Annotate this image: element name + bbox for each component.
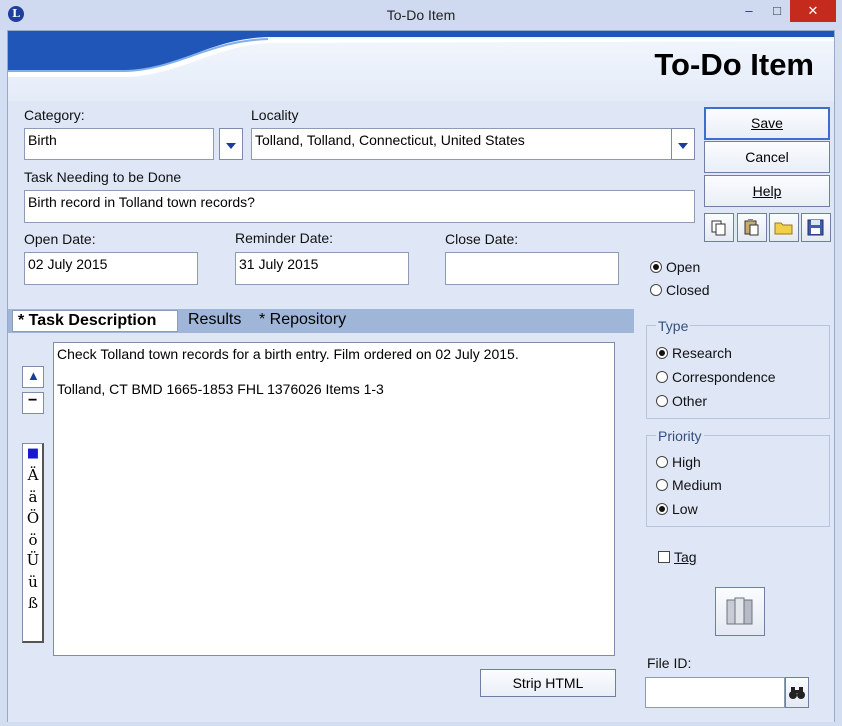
reminder-date-field[interactable]: 31 July 2015 bbox=[235, 252, 409, 285]
cancel-button[interactable]: Cancel bbox=[704, 141, 830, 173]
medium-radio[interactable] bbox=[656, 479, 668, 491]
scroll-up-button[interactable]: ▲ bbox=[22, 366, 44, 388]
up-arrow-icon: ▲ bbox=[27, 368, 40, 383]
paste-button[interactable] bbox=[737, 213, 767, 242]
strip-html-button[interactable]: Strip HTML bbox=[480, 669, 616, 697]
file-id-label: File ID: bbox=[647, 655, 692, 671]
minimize-button[interactable]: – bbox=[734, 0, 764, 22]
correspondence-radio-label: Correspondence bbox=[672, 369, 776, 385]
research-radio-label: Research bbox=[672, 345, 732, 361]
description-line: Check Tolland town records for a birth e… bbox=[57, 346, 519, 362]
high-radio[interactable] bbox=[656, 456, 668, 468]
file-id-field[interactable] bbox=[645, 677, 785, 708]
char-u-umlaut[interactable]: ü bbox=[23, 573, 43, 591]
help-button[interactable]: Help bbox=[704, 175, 830, 207]
floppy-icon bbox=[807, 219, 824, 236]
book-icon bbox=[726, 597, 753, 625]
close-date-field[interactable] bbox=[445, 252, 619, 285]
correspondence-radio[interactable] bbox=[656, 371, 668, 383]
tag-label: Tag bbox=[674, 549, 697, 565]
medium-radio-label: Medium bbox=[672, 477, 722, 493]
open-radio[interactable] bbox=[650, 261, 662, 273]
char-A-umlaut[interactable]: Ä bbox=[23, 466, 43, 484]
category-field[interactable]: Birth bbox=[24, 128, 214, 160]
close-button[interactable]: ✕ bbox=[790, 0, 836, 22]
char-eszett[interactable]: ß bbox=[23, 594, 43, 612]
color-square-icon[interactable]: ■ bbox=[23, 446, 43, 461]
task-description-editor[interactable]: Check Tolland town records for a birth e… bbox=[53, 342, 615, 656]
find-button[interactable] bbox=[785, 677, 809, 708]
char-U-umlaut[interactable]: Ü bbox=[23, 551, 43, 569]
closed-radio-label: Closed bbox=[666, 282, 710, 298]
closed-radio[interactable] bbox=[650, 284, 662, 296]
other-radio[interactable] bbox=[656, 395, 668, 407]
help-button-label: Help bbox=[752, 183, 782, 199]
binoculars-icon bbox=[789, 687, 805, 699]
save-file-button[interactable] bbox=[801, 213, 831, 242]
char-a-umlaut[interactable]: ä bbox=[23, 488, 43, 506]
paste-icon bbox=[744, 219, 759, 236]
copy-button[interactable] bbox=[704, 213, 734, 242]
open-date-label: Open Date: bbox=[24, 231, 96, 247]
header-banner: To-Do Item bbox=[8, 31, 834, 101]
tab-task-description[interactable]: * Task Description bbox=[12, 310, 178, 332]
tag-checkbox[interactable] bbox=[658, 551, 670, 563]
save-button[interactable]: Save bbox=[704, 107, 830, 140]
collapse-button[interactable]: − bbox=[22, 392, 44, 414]
open-date-field[interactable]: 02 July 2015 bbox=[24, 252, 198, 285]
type-group-title: Type bbox=[656, 318, 691, 334]
copy-icon bbox=[711, 220, 726, 236]
high-radio-label: High bbox=[672, 454, 701, 470]
open-folder-button[interactable] bbox=[769, 213, 799, 242]
special-characters-bar: ■ Ä ä Ö ö Ü ü ß bbox=[22, 443, 44, 643]
open-radio-label: Open bbox=[666, 259, 701, 275]
task-field[interactable]: Birth record in Tolland town records? bbox=[24, 190, 695, 223]
tab-results[interactable]: Results bbox=[188, 311, 241, 329]
save-button-label: Save bbox=[751, 115, 783, 131]
category-label: Category: bbox=[24, 107, 85, 123]
close-date-label: Close Date: bbox=[445, 231, 519, 247]
other-radio-label: Other bbox=[672, 393, 708, 409]
locality-field[interactable]: Tolland, Tolland, Connecticut, United St… bbox=[251, 128, 672, 160]
char-O-umlaut[interactable]: Ö bbox=[23, 509, 43, 527]
task-label: Task Needing to be Done bbox=[24, 169, 182, 185]
category-dropdown-button[interactable] bbox=[219, 128, 243, 160]
description-line: Tolland, CT BMD 1665-1853 FHL 1376026 It… bbox=[57, 381, 384, 397]
priority-group-title: Priority bbox=[656, 428, 704, 444]
reminder-date-label: Reminder Date: bbox=[235, 230, 334, 246]
char-o-umlaut[interactable]: ö bbox=[23, 531, 43, 549]
locality-label: Locality bbox=[251, 107, 299, 123]
repository-button[interactable] bbox=[715, 587, 765, 636]
folder-icon bbox=[774, 222, 793, 235]
low-radio[interactable] bbox=[656, 503, 668, 515]
minus-icon: − bbox=[28, 392, 38, 409]
banner-title: To-Do Item bbox=[654, 47, 814, 82]
research-radio[interactable] bbox=[656, 347, 668, 359]
locality-dropdown-button[interactable] bbox=[671, 128, 695, 160]
maximize-button[interactable]: □ bbox=[762, 0, 792, 22]
low-radio-label: Low bbox=[672, 501, 698, 517]
tab-repository[interactable]: * Repository bbox=[259, 311, 346, 329]
window-title: To-Do Item bbox=[386, 7, 456, 23]
